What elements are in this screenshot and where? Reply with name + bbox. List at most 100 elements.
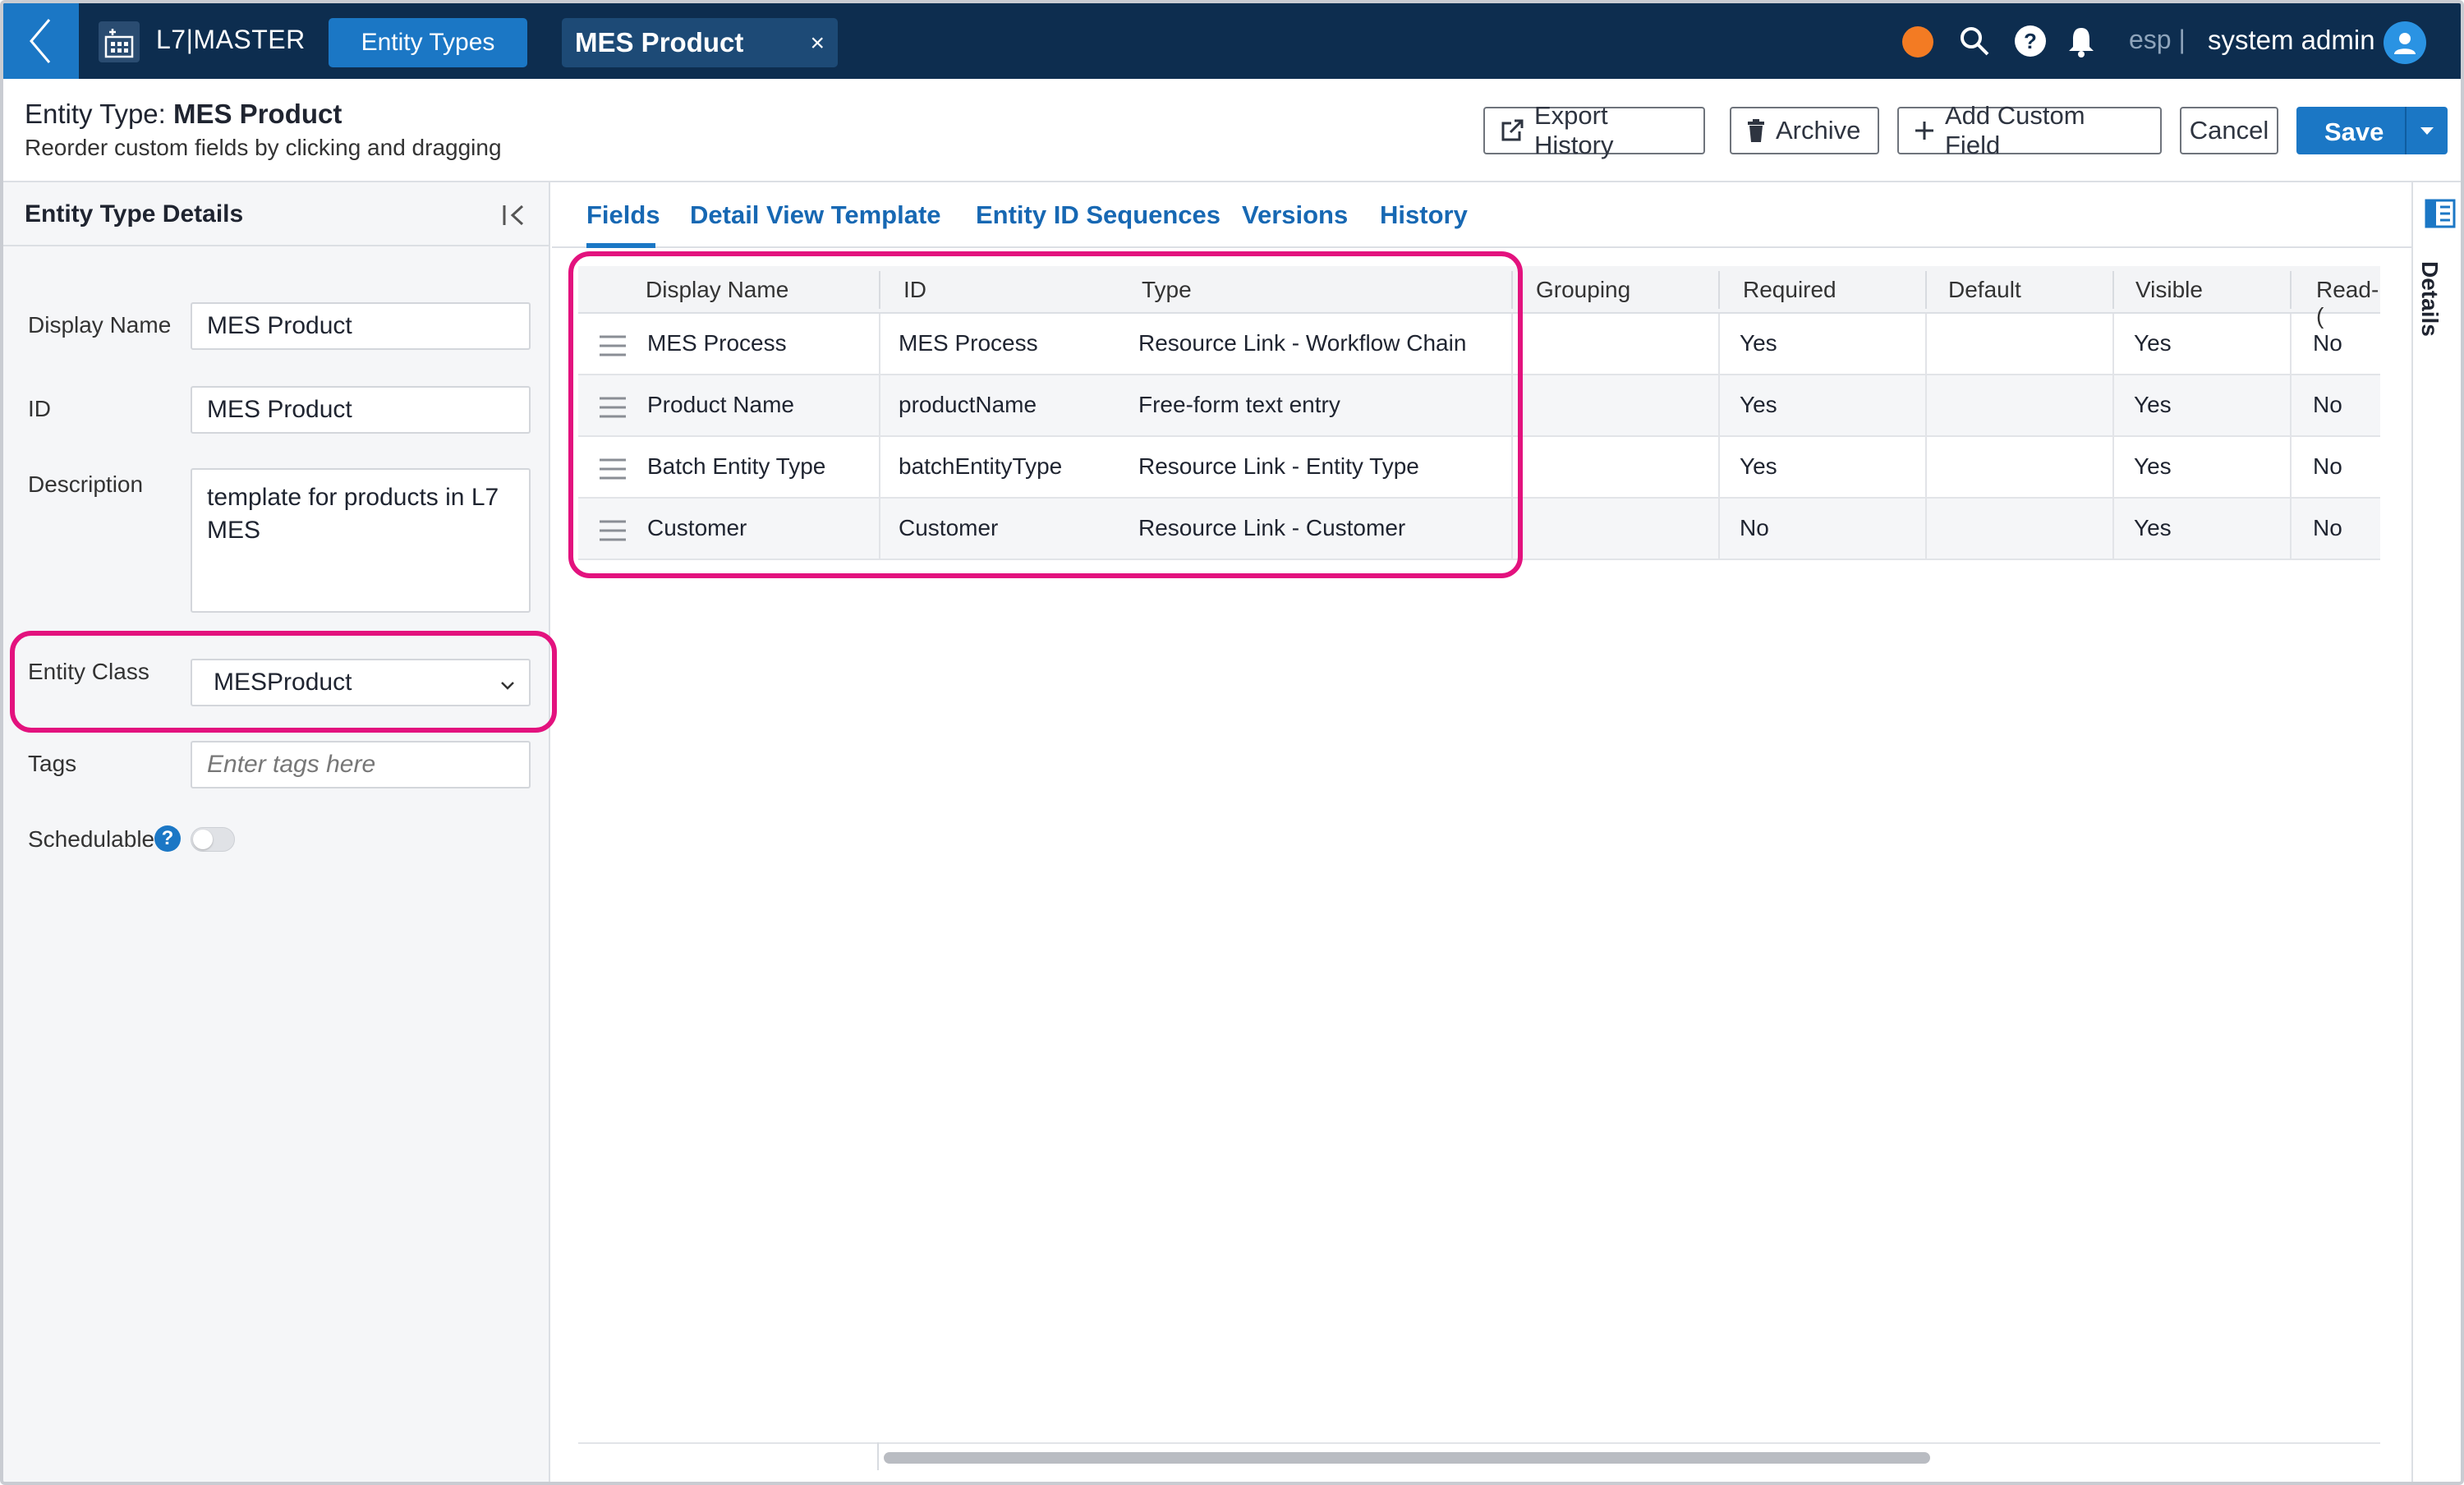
column-divider — [1925, 499, 1927, 560]
column-header-display-name[interactable]: Display Name — [646, 277, 788, 303]
close-tab-icon[interactable]: × — [810, 30, 825, 57]
column-divider — [2112, 375, 2114, 437]
column-divider — [1718, 314, 1720, 375]
column-divider — [879, 437, 880, 499]
save-button[interactable]: Save — [2296, 107, 2448, 154]
cell-read-only: No — [2313, 515, 2342, 540]
user-name[interactable]: system admin — [2208, 25, 2375, 56]
cell-required: Yes — [1740, 392, 1777, 417]
search-icon[interactable] — [1958, 25, 1991, 57]
page-title-name: MES Product — [173, 99, 342, 129]
column-divider — [2290, 375, 2292, 437]
display-name-field[interactable]: MES Product — [191, 302, 531, 350]
table-header: Display Name ID Type Grouping Required D… — [578, 266, 2380, 329]
column-divider — [2112, 271, 2114, 309]
column-header-id[interactable]: ID — [903, 277, 926, 303]
cell-display-name: Customer — [647, 515, 747, 540]
schedulable-toggle[interactable] — [191, 827, 235, 852]
cancel-button[interactable]: Cancel — [2180, 107, 2278, 154]
panel-toggle-icon[interactable] — [2425, 199, 2456, 232]
tab-label: Entity Types — [361, 29, 495, 56]
help-icon[interactable]: ? — [2014, 25, 2047, 57]
export-history-button[interactable]: Export History — [1483, 101, 1705, 159]
building-icon — [104, 29, 134, 58]
cell-visible: Yes — [2134, 453, 2172, 479]
horizontal-scrollbar[interactable] — [578, 1442, 2380, 1467]
column-header-visible[interactable]: Visible — [2135, 277, 2203, 303]
scrollbar-thumb[interactable] — [884, 1452, 1930, 1464]
tab-mes-product[interactable]: MES Product × — [562, 18, 838, 67]
page-header: Entity Type: MES Product Reorder custom … — [3, 79, 2461, 182]
entity-class-select[interactable]: MESProduct — [191, 659, 531, 706]
archive-button[interactable]: Archive — [1730, 107, 1879, 154]
details-rail: Details — [2411, 182, 2461, 1482]
save-split-divider — [2405, 107, 2407, 154]
column-divider — [1925, 314, 1927, 375]
column-divider — [2112, 314, 2114, 375]
tab-entity-id-sequences[interactable]: Entity ID Sequences — [976, 200, 1221, 230]
cell-id: productName — [899, 392, 1037, 417]
cell-required: Yes — [1740, 330, 1777, 356]
column-divider — [1511, 437, 1513, 499]
tab-versions[interactable]: Versions — [1242, 200, 1348, 230]
chevron-down-icon — [498, 674, 517, 701]
column-divider — [1718, 499, 1720, 560]
panel-title: Entity Type Details — [25, 200, 244, 228]
drag-handle-icon[interactable] — [598, 518, 627, 547]
column-divider — [1718, 375, 1720, 437]
page-subtitle: Reorder custom fields by clicking and dr… — [25, 135, 502, 160]
column-divider — [879, 271, 880, 309]
entity-type-details-panel: Entity Type Details Display Name MES Pro… — [3, 182, 550, 1482]
column-header-grouping[interactable]: Grouping — [1536, 277, 1630, 303]
table-row[interactable]: MES Process MES Process Resource Link - … — [578, 314, 2380, 375]
trash-icon — [1746, 118, 1766, 143]
bell-icon[interactable] — [2065, 25, 2098, 57]
status-indicator[interactable] — [1902, 26, 1933, 57]
tab-history[interactable]: History — [1380, 200, 1468, 230]
cell-read-only: No — [2313, 392, 2342, 417]
column-header-default[interactable]: Default — [1948, 277, 2021, 303]
description-textarea[interactable]: template for products in L7 MES — [191, 468, 531, 613]
tab-fields[interactable]: Fields — [586, 200, 660, 230]
collapse-panel-icon[interactable] — [501, 202, 527, 232]
export-history-label: Export History — [1534, 101, 1614, 159]
table-row[interactable]: Customer Customer Resource Link - Custom… — [578, 499, 2380, 560]
active-tab-indicator — [586, 243, 655, 248]
column-header-type[interactable]: Type — [1142, 277, 1192, 303]
cell-type: Resource Link - Customer — [1138, 515, 1406, 540]
cell-read-only: No — [2313, 453, 2342, 479]
add-custom-field-button[interactable]: Add Custom Field — [1897, 101, 2162, 159]
drag-handle-icon[interactable] — [598, 395, 627, 424]
app-name: L7|MASTER — [156, 25, 306, 54]
app-logo[interactable] — [99, 21, 140, 62]
entity-class-value: MESProduct — [214, 669, 352, 696]
tags-input[interactable]: Enter tags here — [191, 741, 531, 788]
back-button[interactable] — [3, 3, 79, 79]
app-window: L7|MASTER Entity Types MES Product × ? e… — [0, 0, 2464, 1485]
column-divider — [879, 375, 880, 437]
cell-type: Resource Link - Entity Type — [1138, 453, 1419, 479]
tab-detail-view-template[interactable]: Detail View Template — [690, 200, 941, 230]
details-rail-label[interactable]: Details — [2416, 261, 2443, 337]
language-selector[interactable]: esp | — [2129, 25, 2186, 55]
column-header-required[interactable]: Required — [1743, 277, 1837, 303]
id-field[interactable]: MES Product — [191, 386, 531, 434]
cell-required: Yes — [1740, 453, 1777, 479]
table-row[interactable]: Product Name productName Free-form text … — [578, 375, 2380, 437]
column-divider — [1511, 499, 1513, 560]
toggle-knob — [193, 830, 213, 849]
top-navigation-bar: L7|MASTER Entity Types MES Product × ? e… — [3, 3, 2461, 79]
help-icon[interactable]: ? — [154, 825, 181, 852]
avatar[interactable] — [2384, 21, 2426, 64]
drag-handle-icon[interactable] — [598, 457, 627, 485]
column-divider — [879, 314, 880, 375]
table-row[interactable]: Batch Entity Type batchEntityType Resour… — [578, 437, 2380, 499]
page-title-prefix: Entity Type: — [25, 99, 166, 129]
tab-entity-types[interactable]: Entity Types — [329, 18, 527, 67]
cell-id: MES Process — [899, 330, 1038, 356]
column-divider — [877, 1442, 879, 1470]
svg-text:?: ? — [2024, 29, 2037, 53]
drag-handle-icon[interactable] — [598, 333, 627, 362]
caret-down-icon[interactable] — [2413, 117, 2441, 151]
column-divider — [1925, 375, 1927, 437]
